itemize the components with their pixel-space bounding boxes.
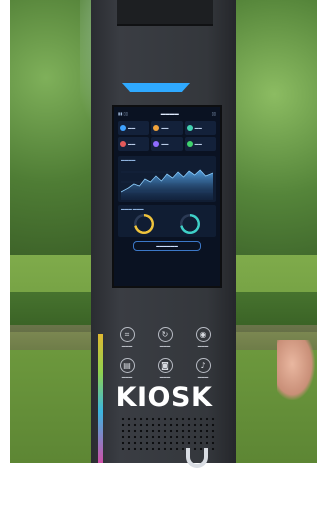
pillar-cap <box>117 0 213 26</box>
stat-tile[interactable]: ▬▬ <box>151 137 183 151</box>
document-icon: ▤ <box>119 358 135 373</box>
stat-text: ▬▬ <box>194 142 202 146</box>
screen-header-left: ▮▮ ▯▯ <box>118 110 128 116</box>
kiosk-button-label: ▬▬▬ <box>121 375 133 379</box>
kiosk-button[interactable]: ⌗ ▬▬▬ <box>110 327 144 348</box>
stat-icon <box>120 141 126 147</box>
refresh-icon: ↻ <box>157 327 173 342</box>
stat-tile[interactable]: ▬▬ <box>151 121 183 135</box>
kiosk-button[interactable]: ▤ ▬▬▬ <box>110 358 144 379</box>
button-row-lower: ▤ ▬▬▬ ◙ ▬▬▬ ♪ ▬▬▬ <box>110 358 220 379</box>
stat-icon <box>153 141 160 147</box>
area-chart <box>121 169 213 200</box>
stat-icon <box>186 141 193 147</box>
stat-tile[interactable]: ▬▬ <box>184 121 216 135</box>
stat-tile[interactable]: ▬▬ <box>118 121 150 135</box>
stat-tile[interactable]: ▬▬ <box>118 137 150 151</box>
bell-icon: ♪ <box>195 358 211 373</box>
indicator-light <box>122 83 190 92</box>
stat-text: ▬▬ <box>128 142 136 146</box>
speaker-grille <box>120 416 216 450</box>
kiosk-button[interactable]: ♪ ▬▬▬ <box>186 358 220 379</box>
stat-text: ▬▬ <box>161 126 169 130</box>
stat-tile[interactable]: ▬▬ <box>184 137 216 151</box>
kiosk-button[interactable]: ◉ ▬▬▬ <box>186 327 220 348</box>
chart-panel: ▬▬▬▬ <box>118 156 216 202</box>
stat-text: ▬▬ <box>194 126 202 130</box>
screen-header: ▮▮ ▯▯ ▬▬▬▬ ▯▯ <box>114 107 220 119</box>
kiosk-button-label: ▬▬▬ <box>121 344 133 348</box>
stat-text: ▬▬ <box>161 142 169 146</box>
ring-row <box>121 211 213 235</box>
kiosk-screen[interactable]: ▮▮ ▯▯ ▬▬▬▬ ▯▯ ▬▬ ▬▬ ▬▬ ▬▬ ▬▬ ▬▬ ▬▬▬▬ ▬▬▬… <box>112 105 222 288</box>
ring-panel: ▬▬▬ ▬▬▬ <box>118 205 216 237</box>
ring-gauge <box>180 214 200 234</box>
screen-title: ▬▬▬▬ <box>160 110 179 116</box>
kiosk-caption: KIOSK <box>115 382 213 413</box>
screen-header-right: ▯▯ <box>211 110 216 116</box>
kiosk-button-label: ▬▬▬ <box>197 344 209 348</box>
chip-icon: ⌗ <box>119 327 135 342</box>
screen-action-button[interactable]: ▬▬▬▬▬▬ <box>133 241 201 251</box>
kiosk-button-label: ▬▬▬ <box>159 344 171 348</box>
kiosk-button-label: ▬▬▬ <box>159 375 171 379</box>
ring-gauge <box>134 214 154 234</box>
base-handle <box>186 448 208 468</box>
stat-text: ▬▬ <box>128 126 136 130</box>
stat-grid: ▬▬ ▬▬ ▬▬ ▬▬ ▬▬ ▬▬ <box>114 119 220 153</box>
button-row-upper: ⌗ ▬▬▬ ↻ ▬▬▬ ◉ ▬▬▬ <box>110 327 220 348</box>
camera-icon: ◙ <box>157 358 173 373</box>
drop-icon: ◉ <box>195 327 211 342</box>
stat-icon <box>120 125 126 131</box>
trees-right <box>222 0 317 270</box>
kiosk-button[interactable]: ↻ ▬▬▬ <box>148 327 182 348</box>
stat-icon <box>153 125 160 131</box>
kiosk-button[interactable]: ◙ ▬▬▬ <box>148 358 182 379</box>
stat-icon <box>186 125 193 131</box>
kiosk-button-label: ▬▬▬ <box>197 375 209 379</box>
